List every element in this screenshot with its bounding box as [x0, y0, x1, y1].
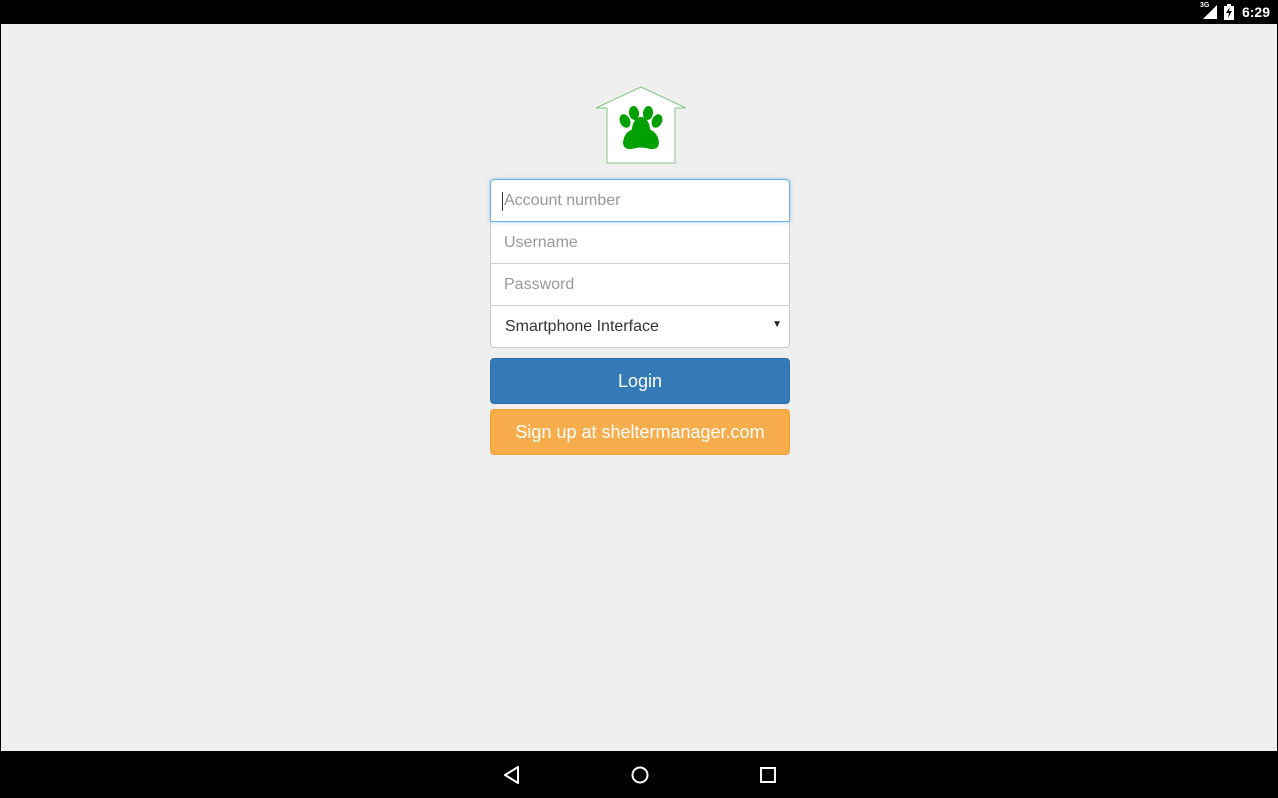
recents-square-icon[interactable] [757, 764, 779, 786]
navigation-bar [0, 751, 1278, 798]
interface-select[interactable]: Smartphone Interface ▼ [490, 305, 790, 348]
account-number-input[interactable] [502, 190, 789, 211]
signup-button[interactable]: Sign up at sheltermanager.com [490, 409, 790, 455]
clock: 6:29 [1241, 4, 1270, 20]
house-paw-icon [595, 86, 687, 164]
password-input[interactable] [502, 274, 789, 295]
battery-charging-icon [1223, 4, 1234, 20]
text-cursor [502, 192, 503, 211]
login-form: Smartphone Interface ▼ Login Sign up at … [490, 179, 790, 455]
signup-button-label: Sign up at sheltermanager.com [515, 421, 765, 442]
back-triangle-icon[interactable] [501, 764, 523, 786]
login-button[interactable]: Login [490, 358, 790, 404]
home-circle-icon[interactable] [629, 764, 651, 786]
account-number-field[interactable] [490, 179, 790, 222]
password-field[interactable] [490, 263, 790, 306]
login-button-label: Login [617, 370, 663, 391]
app-area: Smartphone Interface ▼ Login Sign up at … [1, 24, 1277, 751]
cellular-signal-icon: 3G [1200, 2, 1218, 20]
username-field[interactable] [490, 221, 790, 264]
dropdown-arrow-icon: ▼ [772, 319, 782, 330]
status-bar: 3G 6:29 [0, 0, 1278, 24]
status-icons: 3G 6:29 [1200, 0, 1270, 24]
username-input[interactable] [502, 232, 789, 253]
interface-select-value: Smartphone Interface [505, 317, 659, 335]
